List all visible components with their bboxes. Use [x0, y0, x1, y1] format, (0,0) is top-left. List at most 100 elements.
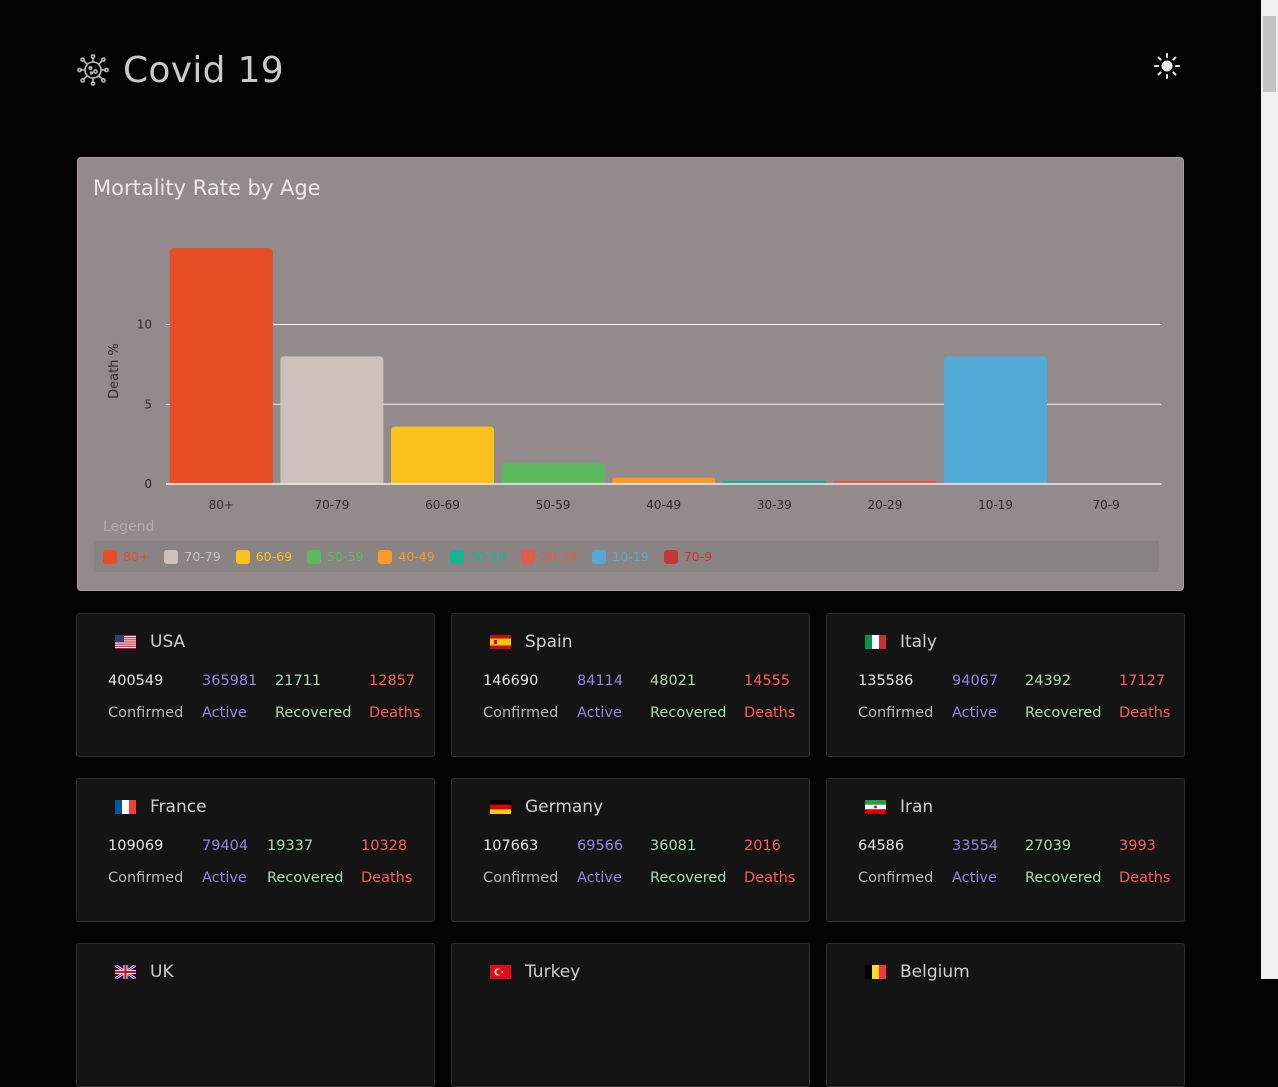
- legend-item[interactable]: 80+: [103, 549, 149, 564]
- deaths-label: Deaths: [1119, 705, 1171, 721]
- active-count: 33554: [952, 838, 999, 854]
- country-card[interactable]: Germany 107663 69566 36081 2016 Confirmed Acti…: [451, 778, 810, 922]
- legend-swatch: [663, 549, 678, 564]
- active-label: Active: [577, 705, 622, 721]
- country-header: Iran: [865, 797, 933, 817]
- x-tick-label: 30-39: [757, 498, 792, 512]
- country-name: Belgium: [900, 962, 970, 982]
- legend-item[interactable]: 70-79: [164, 549, 221, 564]
- country-name: Turkey: [525, 962, 581, 982]
- active-count: 94067: [952, 673, 999, 689]
- confirmed-label: Confirmed: [858, 705, 934, 721]
- country-name: Germany: [525, 797, 604, 817]
- country-card[interactable]: Spain 146690 84114 48021 14555 Confirmed Activ…: [451, 613, 810, 757]
- scrollbar-thumb[interactable]: [1263, 16, 1276, 92]
- recovered-count: 21711: [275, 673, 322, 689]
- legend-label: 30-39: [469, 549, 507, 564]
- virus-icon: [77, 54, 109, 86]
- deaths-label: Deaths: [361, 870, 413, 886]
- germany-flag-icon: [490, 800, 511, 814]
- x-tick-label: 80+: [209, 498, 234, 512]
- deaths-count: 3993: [1119, 838, 1156, 854]
- turkey-flag-icon: [490, 965, 511, 979]
- legend-item[interactable]: 70-9: [663, 549, 712, 564]
- spain-flag-icon: [490, 635, 511, 649]
- country-name: USA: [150, 632, 186, 652]
- x-tick-label: 60-69: [425, 498, 460, 512]
- x-tick-label: 40-49: [646, 498, 681, 512]
- country-header: Spain: [490, 632, 573, 652]
- uk-flag-icon: [115, 965, 136, 979]
- legend-swatch: [592, 549, 607, 564]
- confirmed-label: Confirmed: [108, 870, 184, 886]
- legend-label: 40-49: [398, 549, 435, 564]
- country-card[interactable]: Italy 135586 94067 24392 17127 Confirmed Activ…: [826, 613, 1185, 757]
- confirmed-label: Confirmed: [108, 705, 184, 721]
- deaths-count: 2016: [744, 838, 781, 854]
- active-label: Active: [202, 870, 247, 886]
- legend-item[interactable]: 20-29: [521, 549, 577, 564]
- confirmed-label: Confirmed: [858, 870, 934, 886]
- legend-swatch: [521, 549, 536, 564]
- bar-50-59[interactable]: [501, 463, 605, 484]
- legend-label: 50-59: [327, 549, 364, 564]
- legend-item[interactable]: 60-69: [235, 549, 293, 564]
- app-header: Covid 19: [77, 48, 284, 92]
- legend-label: 20-29: [541, 549, 578, 564]
- confirmed-count: 109069: [108, 838, 164, 854]
- recovered-count: 48021: [650, 673, 697, 689]
- recovered-count: 27039: [1025, 838, 1072, 854]
- page-scrollbar[interactable]: [1261, 0, 1278, 979]
- legend-item[interactable]: 40-49: [378, 549, 435, 564]
- confirmed-count: 64586: [858, 838, 905, 854]
- recovered-count: 19337: [267, 838, 314, 854]
- belgium-flag-icon: [865, 965, 886, 979]
- legend-item[interactable]: 30-39: [449, 549, 507, 564]
- confirmed-count: 400549: [108, 673, 164, 689]
- country-card[interactable]: Turkey: [451, 943, 810, 1087]
- legend-swatch: [103, 549, 117, 564]
- deaths-count: 10328: [361, 838, 408, 854]
- active-label: Active: [202, 705, 247, 721]
- chart-legend: 80+ 70-79 60-69 50-59 40-49 30-39 20-29 10-19 70…: [94, 541, 1159, 572]
- legend-item[interactable]: 10-19: [592, 549, 649, 564]
- app-title: Covid 19: [123, 49, 284, 91]
- country-card[interactable]: France 109069 79404 19337 10328 Confirmed Acti…: [76, 778, 435, 922]
- legend-swatch: [235, 549, 250, 564]
- legend-swatch: [378, 549, 393, 564]
- x-tick-label: 70-79: [314, 498, 349, 512]
- recovered-label: Recovered: [267, 870, 344, 886]
- country-header: Turkey: [490, 962, 580, 982]
- bar-40-49[interactable]: [612, 477, 716, 484]
- bar-70-79[interactable]: [280, 356, 384, 484]
- recovered-label: Recovered: [1025, 705, 1102, 721]
- sun-icon[interactable]: [1153, 52, 1181, 80]
- recovered-count: 24392: [1025, 673, 1072, 689]
- legend-item[interactable]: 50-59: [307, 549, 363, 564]
- confirmed-label: Confirmed: [483, 705, 559, 721]
- mortality-bar-chart: 0 5 10 Death % 80+ 70-79 60-69 50-59 40-49 30-39 2…: [107, 248, 1162, 512]
- legend-label: 10-19: [612, 549, 649, 564]
- deaths-count: 12857: [369, 673, 416, 689]
- usa-flag-icon: [115, 635, 136, 649]
- country-name: Italy: [900, 632, 937, 652]
- recovered-label: Recovered: [650, 870, 727, 886]
- x-tick-label: 50-59: [536, 498, 571, 512]
- legend-swatch: [164, 549, 179, 564]
- country-card[interactable]: Belgium: [826, 943, 1185, 1087]
- country-name: France: [150, 797, 207, 817]
- country-card[interactable]: UK: [76, 943, 435, 1087]
- country-card[interactable]: USA 400549 365981 21711 12857 Confirmed Active…: [76, 613, 435, 757]
- country-card[interactable]: Iran 64586 33554 27039 3993 Confirmed Active Re…: [826, 778, 1185, 922]
- y-tick-label: 5: [144, 397, 152, 411]
- bar-80+[interactable]: [169, 248, 273, 484]
- confirmed-count: 146690: [483, 673, 539, 689]
- mortality-chart-card: Mortality Rate by Age 0 5 10 Death % 80+ 70-7…: [77, 157, 1184, 591]
- bar-60-69[interactable]: [391, 426, 494, 484]
- legend-label: 60-69: [255, 549, 293, 564]
- country-name: UK: [150, 962, 174, 982]
- country-header: USA: [115, 632, 185, 652]
- y-tick-label: 10: [137, 318, 152, 332]
- bar-10-19[interactable]: [944, 356, 1047, 484]
- recovered-label: Recovered: [1025, 870, 1102, 886]
